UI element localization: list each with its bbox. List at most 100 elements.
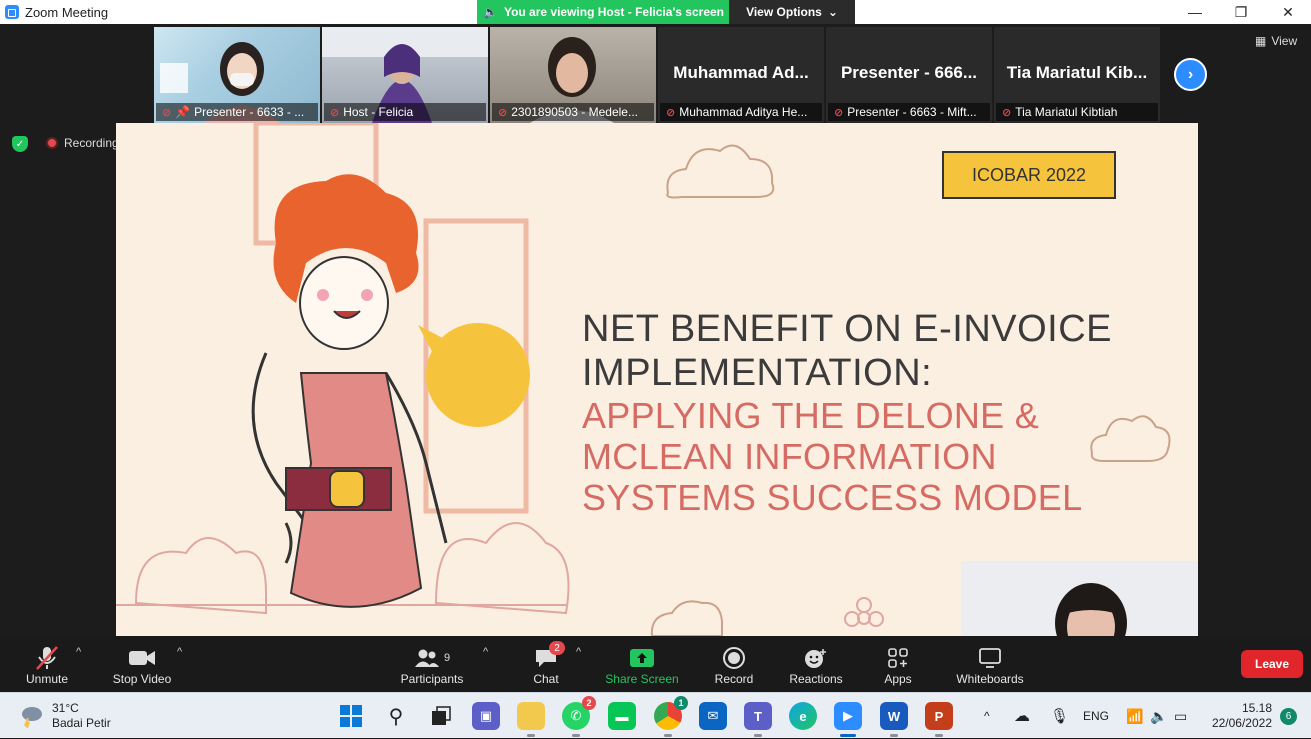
chat-caret-icon[interactable]: ^ (576, 646, 581, 658)
whiteboard-icon (978, 644, 1002, 672)
volume-icon[interactable]: 🔈 (1150, 693, 1167, 739)
apps-label: Apps (884, 672, 912, 686)
task-view-glyph (432, 706, 451, 725)
participant-strip: ⊘ 📌 Presenter - 6633 - ... ⊘ Host - Feli… (154, 27, 1160, 123)
slide-subtitle-line: SYSTEMS SUCCESS MODEL (582, 477, 1083, 518)
stop-video-label: Stop Video (112, 672, 172, 686)
reactions-button[interactable]: Reactions (784, 636, 848, 692)
thunderstorm-icon (22, 707, 42, 728)
participant-tile[interactable]: ⊘ 2301890503 - Medele... (490, 27, 656, 123)
viewing-banner: 🔈 You are viewing Host - Felicia's scree… (477, 0, 729, 24)
task-view-icon[interactable] (427, 702, 455, 730)
teams-icon[interactable]: T (744, 702, 772, 737)
notification-count-badge[interactable]: 6 (1280, 708, 1297, 725)
search-icon[interactable]: ⚲ (382, 702, 410, 730)
teams-chat-icon[interactable]: ▣ (472, 702, 500, 730)
wifi-icon[interactable]: 📶 (1126, 693, 1143, 739)
presenter-self-view[interactable] (961, 561, 1198, 636)
weather-widget[interactable]: 31°C Badai Petir (18, 701, 111, 731)
record-glyph (723, 647, 745, 669)
smiley-glyph (805, 649, 826, 668)
participant-tile[interactable]: Presenter - 666... ⊘ Presenter - 6663 - … (826, 27, 992, 123)
participant-name: Host - Felicia (343, 105, 414, 119)
video-options-caret-icon[interactable]: ^ (177, 646, 182, 658)
participant-name: Presenter - 6633 - ... (194, 105, 305, 119)
participant-name: Presenter - 6663 - Mift... (847, 105, 977, 119)
leave-button[interactable]: Leave (1241, 650, 1303, 678)
speaker-icon: 🔈 (483, 5, 498, 19)
system-clock[interactable]: 15.18 22/06/2022 (1200, 701, 1272, 731)
audio-options-caret-icon[interactable]: ^ (76, 646, 81, 658)
participant-tile[interactable]: ⊘ 📌 Presenter - 6633 - ... (154, 27, 320, 123)
video-camera-icon (128, 644, 156, 672)
whiteboard-glyph (979, 648, 1001, 668)
record-button[interactable]: Record (708, 636, 760, 692)
stop-video-button[interactable]: Stop Video (106, 636, 178, 692)
app-running-indicator (664, 734, 672, 737)
security-shield-icon[interactable]: ✓ (12, 136, 28, 152)
pin-icon: 📌 (175, 105, 191, 119)
next-page-button[interactable]: › (1174, 58, 1207, 91)
language-indicator[interactable]: ENG (1083, 693, 1109, 739)
close-button[interactable]: ✕ (1265, 0, 1311, 24)
tray-overflow-icon[interactable]: ^ (984, 693, 990, 739)
participants-icon: 9 (414, 644, 450, 672)
recording-indicator: Recording (46, 136, 119, 150)
app-running-indicator (890, 734, 898, 737)
chat-unread-badge: 2 (549, 641, 565, 655)
app-running-indicator (935, 734, 943, 737)
participant-nameplate: ⊘ Tia Mariatul Kibtiah (996, 103, 1158, 121)
microphone-icon[interactable]: 🎙 (1050, 693, 1069, 739)
grid-icon: ▦ (1255, 34, 1267, 48)
whatsapp-icon[interactable]: ✆ 2 (562, 696, 596, 737)
start-button[interactable] (337, 702, 365, 730)
file-explorer-icon[interactable] (517, 702, 545, 737)
participants-button[interactable]: 9 Participants (396, 636, 468, 692)
mic-muted-icon: ⊘ (162, 106, 172, 119)
participant-tile[interactable]: Tia Mariatul Kib... ⊘ Tia Mariatul Kibti… (994, 27, 1160, 123)
participants-caret-icon[interactable]: ^ (483, 646, 488, 658)
word-icon[interactable]: W (880, 702, 908, 737)
slide-subtitle-line: APPLYING THE DELONE & (582, 395, 1040, 436)
participant-nameplate: ⊘ 📌 Presenter - 6633 - ... (156, 103, 318, 121)
app-running-indicator (572, 734, 580, 737)
line-icon[interactable]: ▬ (608, 702, 636, 730)
mic-muted-icon: ⊘ (666, 106, 676, 119)
slide-title-line: IMPLEMENTATION: (582, 352, 933, 394)
zoom-taskbar-icon[interactable]: ▶ (834, 702, 862, 737)
share-screen-glyph (630, 649, 654, 667)
unmute-button[interactable]: Unmute (20, 636, 74, 692)
mic-muted-glyph (36, 646, 58, 670)
unmute-label: Unmute (25, 672, 69, 686)
apps-icon (887, 644, 909, 672)
edge-icon[interactable]: e (789, 702, 817, 730)
apps-button[interactable]: Apps (878, 636, 918, 692)
slide-title: NET BENEFIT ON E-INVOICE IMPLEMENTATION: (582, 307, 1112, 395)
participant-tile[interactable]: ⊘ Host - Felicia (322, 27, 488, 123)
share-screen-button[interactable]: Share Screen (602, 636, 682, 692)
participant-tile[interactable]: Muhammad Ad... ⊘ Muhammad Aditya He... (658, 27, 824, 123)
windows-taskbar: 31°C Badai Petir ⚲ ▣ ✆ 2 ▬ 1 ✉ T e ▶ W P … (0, 692, 1311, 738)
whatsapp-badge: 2 (582, 696, 596, 710)
app-running-indicator (754, 734, 762, 737)
restore-button[interactable]: ❐ (1218, 0, 1264, 24)
view-button[interactable]: ▦ View (1255, 34, 1297, 48)
onedrive-cloud-icon[interactable]: ☁ (1014, 693, 1030, 739)
app-running-indicator (527, 734, 535, 737)
participants-label: Participants (400, 672, 464, 686)
battery-icon[interactable]: ▭ (1174, 693, 1187, 739)
event-badge: ICOBAR 2022 (942, 151, 1116, 199)
zoom-app-icon (5, 5, 19, 19)
participant-nameplate: ⊘ Host - Felicia (324, 103, 486, 121)
minimize-button[interactable]: — (1172, 0, 1218, 24)
shared-screen: ICOBAR 2022 NET BENEFIT ON E-INVOICE IMP… (116, 123, 1198, 636)
mic-muted-icon: ⊘ (330, 106, 340, 119)
view-options-button[interactable]: View Options ⌄ (729, 0, 855, 24)
whiteboards-button[interactable]: Whiteboards (950, 636, 1030, 692)
weather-temperature: 31°C (52, 701, 79, 715)
mail-icon[interactable]: ✉ (699, 702, 727, 730)
chrome-icon[interactable]: 1 (654, 696, 688, 737)
powerpoint-icon[interactable]: P (925, 702, 953, 737)
presenter-video (961, 561, 1198, 636)
chevron-down-icon: ⌄ (827, 5, 838, 19)
